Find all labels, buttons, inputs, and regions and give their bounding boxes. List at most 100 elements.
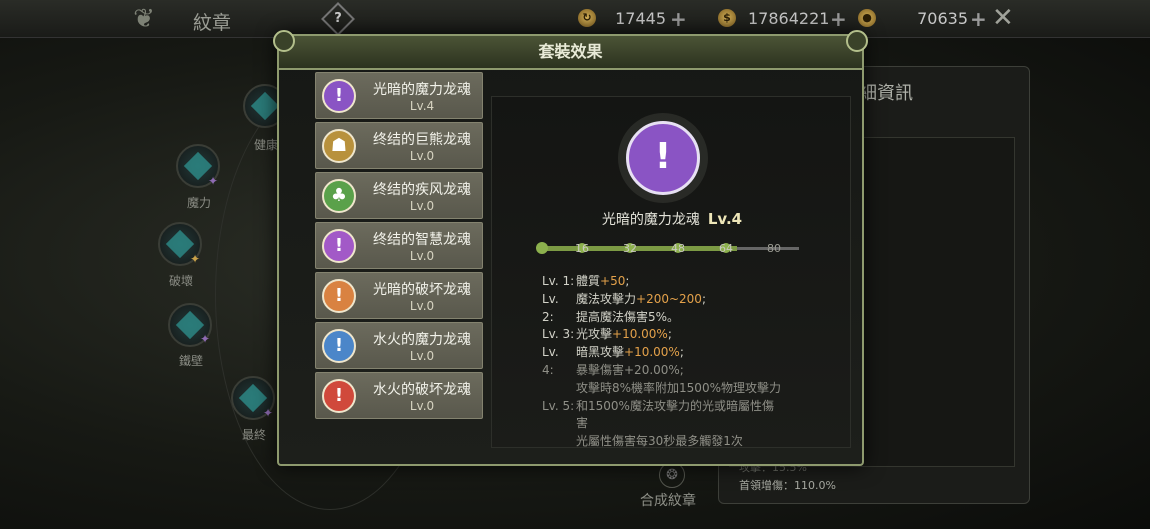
stat-name: 害 bbox=[576, 416, 589, 431]
help-icon: ? bbox=[334, 11, 342, 26]
set-item-level: Lv.0 bbox=[409, 249, 435, 263]
set-item-level: Lv.4 bbox=[409, 99, 435, 113]
effect-text: 光攻擊+10.00%; bbox=[576, 326, 672, 344]
star-icon: ✦ bbox=[263, 406, 274, 420]
set-item-name: 光暗的破坏龙魂 bbox=[373, 282, 471, 298]
stat-name: 魔法攻擊力 bbox=[576, 291, 637, 306]
level-key: 2: bbox=[542, 309, 554, 324]
set-item-name: 水火的魔力龙魂 bbox=[373, 332, 471, 348]
stat-name: 體質 bbox=[576, 274, 601, 288]
progress-start bbox=[536, 242, 548, 254]
set-item-level: Lv.0 bbox=[409, 349, 435, 363]
effect-line: 害 bbox=[542, 415, 852, 433]
set-effect-modal: 套裝效果 ! 光暗的魔力龙魂 Lv.4 ☗ 终结的巨熊龙魂 Lv.0 ♣ 终结的疾风龙魂 Lv.… bbox=[273, 30, 868, 466]
set-item-name: 终结的巨熊龙魂 bbox=[373, 132, 471, 148]
game-screen: ❦ 紋章 ? ↻ 17445 + $ 17864221 + ● 70635 + … bbox=[0, 0, 1150, 529]
currency-refresh: ↻ 17445 + bbox=[578, 7, 708, 31]
effect-line: Lv. 1: 體質+50; bbox=[542, 273, 852, 291]
stat-value: +50 bbox=[600, 274, 626, 288]
effect-line: 4: 暴擊傷害+20.00%; bbox=[542, 362, 852, 380]
gold-pouch-icon: $ bbox=[718, 9, 736, 27]
set-item[interactable]: ! 光暗的魔力龙魂 Lv.4 bbox=[315, 72, 483, 119]
currency-gold: $ 17864221 + bbox=[718, 7, 858, 31]
set-item[interactable]: ☗ 终结的巨熊龙魂 Lv.0 bbox=[315, 122, 483, 169]
stat-name: 攻擊時8%機率附加1500%物理攻擊力 bbox=[576, 380, 781, 395]
punct: ; bbox=[679, 345, 684, 360]
add-currency-button[interactable]: + bbox=[670, 7, 687, 31]
modal-header: 套裝效果 bbox=[279, 36, 862, 70]
progress-fill bbox=[542, 246, 737, 251]
set-item[interactable]: ♣ 终结的疾风龙魂 Lv.0 bbox=[315, 172, 483, 219]
crossed-swords-icon[interactable]: ✕ bbox=[992, 3, 1014, 33]
water-sword-icon: ! bbox=[322, 329, 356, 363]
progress-tick-label: 64 bbox=[719, 242, 733, 255]
node-label: 破壞 bbox=[168, 274, 193, 288]
level-key: Lv. 5: bbox=[542, 398, 575, 413]
set-item-name: 水火的破坏龙魂 bbox=[373, 382, 471, 398]
set-item[interactable]: ! 水火的破坏龙魂 Lv.0 bbox=[315, 372, 483, 419]
effect-text: 害 bbox=[576, 415, 588, 433]
currency-value: 70635 bbox=[917, 9, 968, 28]
star-icon: ✦ bbox=[200, 332, 211, 346]
set-item-name: 光暗的魔力龙魂 bbox=[373, 82, 471, 98]
set-item-level: Lv.0 bbox=[409, 199, 435, 213]
help-button[interactable]: ? bbox=[321, 2, 355, 36]
modal-title: 套裝效果 bbox=[538, 42, 603, 61]
sword-icon: ! bbox=[626, 121, 700, 195]
stat-name: 暗黑攻擊 bbox=[576, 345, 625, 360]
set-name: 光暗的魔力龙魂 Lv.4 bbox=[492, 209, 852, 229]
set-detail: ! 光暗的魔力龙魂 Lv.4 16 32 48 64 80 Lv. 1: 體質+50… bbox=[491, 96, 851, 448]
set-item[interactable]: ! 光暗的破坏龙魂 Lv.0 bbox=[315, 272, 483, 319]
stat-value: +10.00% bbox=[612, 327, 668, 342]
stat-name: 光屬性傷害每30秒最多觸發1次 bbox=[576, 434, 743, 449]
level-key: Lv. bbox=[542, 291, 559, 306]
set-item[interactable]: ! 终结的智慧龙魂 Lv.0 bbox=[315, 222, 483, 269]
effect-line: 2: 提高魔法傷害5%。 bbox=[542, 309, 852, 327]
top-bar: ❦ 紋章 ? ↻ 17445 + $ 17864221 + ● 70635 + … bbox=[0, 0, 1150, 38]
effect-text: 攻擊時8%機率附加1500%物理攻擊力 bbox=[576, 380, 781, 398]
refresh-coin-icon: ↻ bbox=[578, 9, 596, 27]
effect-text: 魔法攻擊力+200~200; bbox=[576, 291, 706, 309]
punct: ; bbox=[667, 327, 672, 342]
set-item-level: Lv.0 bbox=[409, 399, 435, 413]
corner-ornament-icon bbox=[846, 30, 868, 52]
add-currency-button[interactable]: + bbox=[830, 7, 847, 31]
node-label: 最終 bbox=[241, 428, 266, 442]
fire-sword-icon: ! bbox=[322, 379, 356, 413]
effect-line: Lv. 魔法攻擊力+200~200; bbox=[542, 291, 852, 309]
effect-text: 體質+50; bbox=[576, 273, 629, 291]
star-icon: ✦ bbox=[208, 174, 219, 188]
node-label: 魔力 bbox=[186, 196, 211, 210]
stat-name: 光攻擊 bbox=[576, 327, 613, 342]
level-key: 4: bbox=[542, 362, 554, 377]
sword-icon: ! bbox=[322, 79, 356, 113]
add-currency-button[interactable]: + bbox=[970, 7, 987, 31]
set-item-level: Lv.0 bbox=[409, 299, 435, 313]
effect-text: 暗黑攻擊+10.00%; bbox=[576, 344, 684, 362]
stat-line: 首領增傷：110.0% bbox=[739, 479, 836, 492]
compose-emblem-button[interactable]: 合成紋章 bbox=[640, 490, 696, 510]
stat-value: +10.00% bbox=[624, 345, 680, 360]
level-key: Lv. 3: bbox=[542, 327, 575, 342]
effect-line: 光屬性傷害每30秒最多觸發1次 bbox=[542, 433, 852, 451]
set-item[interactable]: ! 水火的魔力龙魂 Lv.0 bbox=[315, 322, 483, 369]
stat-value: +200~200 bbox=[636, 291, 702, 306]
level-key: Lv. 1: bbox=[542, 274, 575, 288]
dragon-emblem-icon: ❦ bbox=[133, 4, 155, 34]
punct: ; bbox=[701, 291, 706, 306]
effect-text: 光屬性傷害每30秒最多觸發1次 bbox=[576, 433, 743, 451]
star-icon: ✦ bbox=[190, 252, 201, 266]
bear-icon: ☗ bbox=[322, 129, 356, 163]
punct: ; bbox=[625, 274, 630, 288]
currency-value: 17864221 bbox=[748, 9, 830, 28]
effect-line: 攻擊時8%機率附加1500%物理攻擊力 bbox=[542, 380, 852, 398]
corner-ornament-icon bbox=[273, 30, 295, 52]
stat-name: 提高魔法傷害5%。 bbox=[576, 309, 680, 324]
progress-tick-label: 32 bbox=[623, 242, 637, 255]
effect-text: 和1500%魔法攻擊力的光或暗屬性傷 bbox=[576, 398, 774, 416]
set-name-text: 光暗的魔力龙魂 bbox=[601, 212, 700, 228]
coin-icon: ● bbox=[858, 9, 876, 27]
currency-coin: ● 70635 + bbox=[858, 7, 988, 31]
stat-name: 和1500%魔法攻擊力的光或暗屬性傷 bbox=[576, 398, 774, 413]
wisdom-sword-icon: ! bbox=[322, 229, 356, 263]
